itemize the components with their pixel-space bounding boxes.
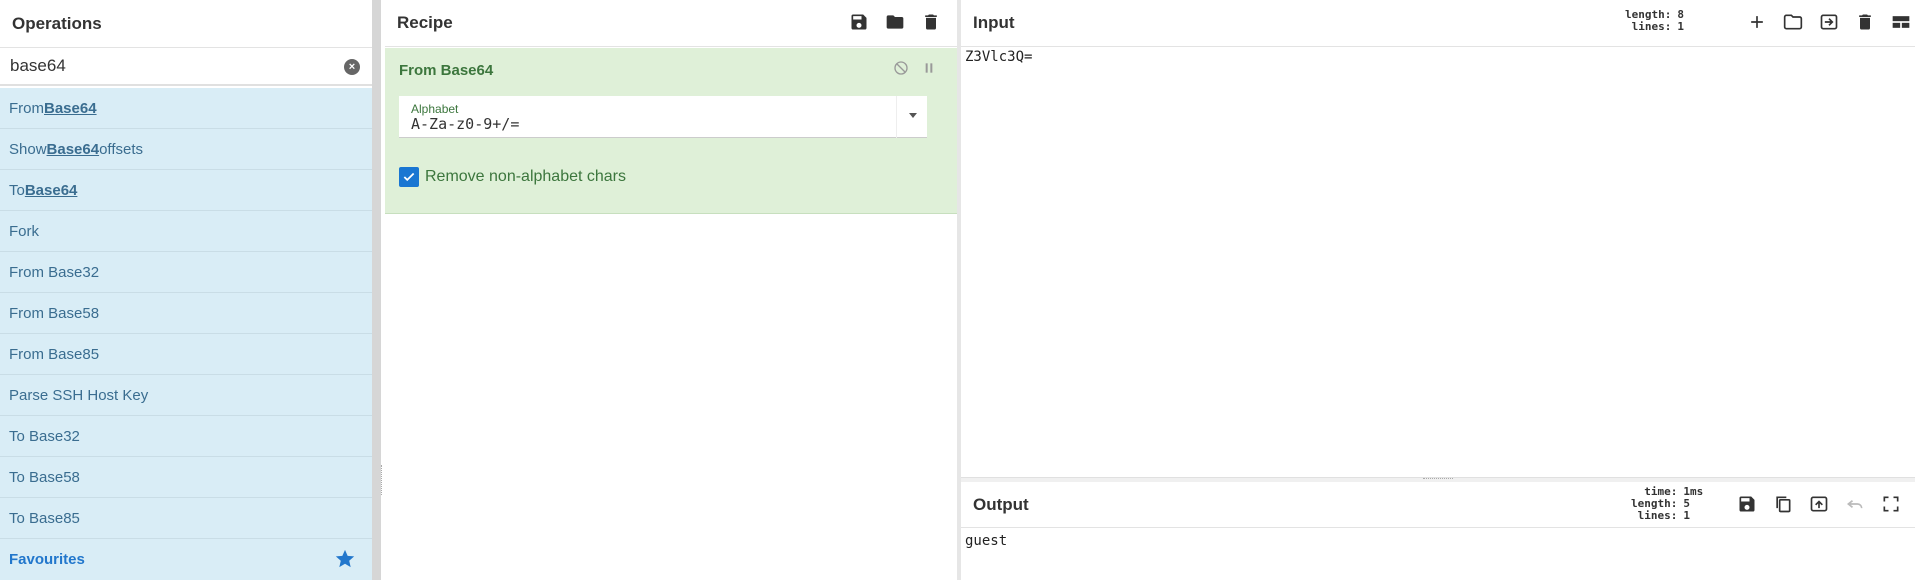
input-header: Input length: 8 lines: 1 [961, 0, 1915, 47]
output-lines-key: lines: [1637, 509, 1678, 522]
alphabet-separator [896, 96, 897, 138]
open-folder-icon[interactable] [1783, 12, 1803, 32]
replace-input-icon[interactable] [1809, 494, 1829, 514]
operation-item[interactable]: From Base32 [0, 252, 372, 293]
output-length-value: 5 [1683, 497, 1690, 510]
trash-icon[interactable] [921, 12, 941, 32]
operation-item-text: To Base32 [9, 427, 80, 445]
operation-item-text: Parse SSH Host Key [9, 386, 149, 404]
save-icon[interactable] [849, 12, 869, 32]
check-icon [403, 172, 415, 182]
operation-item-text: Fork [9, 222, 39, 240]
favourites-category[interactable]: Favourites [0, 538, 372, 580]
operation-item[interactable]: From Base85 [0, 334, 372, 375]
operation-item[interactable]: From Base64 [0, 88, 372, 129]
operation-item-text: From [9, 99, 44, 117]
output-header: Output time: 1ms length: 5 lines: 1 [961, 482, 1915, 528]
recipe-panel: Recipe From Base64 Alphabet A-Za-z0-9+/=… [385, 0, 957, 580]
operations-panel: Operations × From Base64Show Base64 offs… [0, 0, 372, 580]
operation-item-text: To [9, 181, 25, 199]
operation-item[interactable]: To Base85 [0, 498, 372, 539]
operation-item-text: offsets [99, 140, 143, 158]
save-output-icon[interactable] [1737, 494, 1757, 514]
open-file-icon[interactable] [1819, 12, 1839, 32]
input-textarea[interactable]: Z3Vlc3Q= [965, 49, 1032, 65]
operation-item[interactable]: From Base58 [0, 293, 372, 334]
alphabet-label: Alphabet [411, 102, 459, 116]
operations-search-input[interactable] [10, 56, 330, 76]
input-length-value: 8 [1677, 8, 1684, 21]
output-stats: time: 1ms length: 5 lines: 1 [1631, 486, 1705, 522]
output-time-value: 1ms [1683, 485, 1704, 498]
operations-recipe-divider[interactable] [372, 0, 381, 580]
divider-grip[interactable] [1423, 478, 1453, 480]
operation-item-text: To Base58 [9, 468, 80, 486]
recipe-operation-title: From Base64 [399, 62, 494, 79]
output-title: Output [973, 494, 1029, 514]
operations-title: Operations [0, 0, 372, 48]
add-tab-icon[interactable] [1747, 12, 1767, 32]
input-lines-key: lines: [1631, 20, 1672, 33]
clear-search-icon[interactable]: × [344, 59, 360, 75]
remove-non-alphabet-checkbox[interactable] [399, 167, 419, 187]
alphabet-select[interactable]: Alphabet A-Za-z0-9+/= [399, 96, 927, 138]
recipe-title: Recipe [397, 13, 453, 32]
operation-item-match: Base64 [46, 140, 100, 158]
output-lines-value: 1 [1683, 509, 1690, 522]
operation-item-text: Show [9, 140, 47, 158]
operation-item-match: Base64 [44, 99, 97, 117]
copy-icon[interactable] [1773, 494, 1793, 514]
alphabet-value: A-Za-z0-9+/= [411, 115, 520, 133]
folder-icon[interactable] [885, 12, 905, 32]
operation-item[interactable]: To Base58 [0, 457, 372, 498]
operation-item[interactable]: To Base64 [0, 170, 372, 211]
operation-item-text: From Base58 [9, 304, 100, 322]
undo-icon [1846, 500, 1863, 509]
operation-item-text: To Base85 [9, 509, 80, 527]
recipe-header: Recipe [385, 0, 957, 47]
output-textarea[interactable]: guest [965, 533, 1007, 549]
operation-item-match: Base64 [24, 181, 78, 199]
operation-item[interactable]: Show Base64 offsets [0, 129, 372, 170]
recipe-operation-from-base64[interactable]: From Base64 Alphabet A-Za-z0-9+/= Remove… [385, 48, 957, 214]
disable-icon[interactable] [893, 60, 909, 76]
remove-non-alphabet-label: Remove non-alphabet chars [425, 168, 627, 185]
fullscreen-icon[interactable] [1881, 494, 1901, 514]
input-stats: length: 8 lines: 1 [1625, 9, 1699, 33]
chevron-down-icon[interactable] [909, 113, 917, 118]
io-panel: Input length: 8 lines: 1 Z3Vlc3Q= Output t… [961, 0, 1915, 580]
clear-input-trash-icon[interactable] [1855, 12, 1875, 32]
star-icon [335, 549, 355, 568]
operation-item-text: From Base32 [9, 263, 100, 281]
operations-list: From Base64 Show Base64 offsets To Base64 F… [0, 88, 372, 539]
input-lines-value: 1 [1677, 20, 1684, 33]
operation-item[interactable]: To Base32 [0, 416, 372, 457]
layout-icon[interactable] [1891, 12, 1911, 32]
operation-item[interactable]: Fork [0, 211, 372, 252]
operation-item[interactable]: Parse SSH Host Key [0, 375, 372, 416]
favourites-label: Favourites [9, 551, 85, 568]
pause-icon[interactable] [921, 60, 937, 76]
remove-non-alphabet-option[interactable]: Remove non-alphabet chars [399, 167, 626, 187]
operation-item-text: From Base85 [9, 345, 100, 363]
operations-search-row: × [0, 48, 372, 86]
input-title: Input [973, 13, 1015, 32]
